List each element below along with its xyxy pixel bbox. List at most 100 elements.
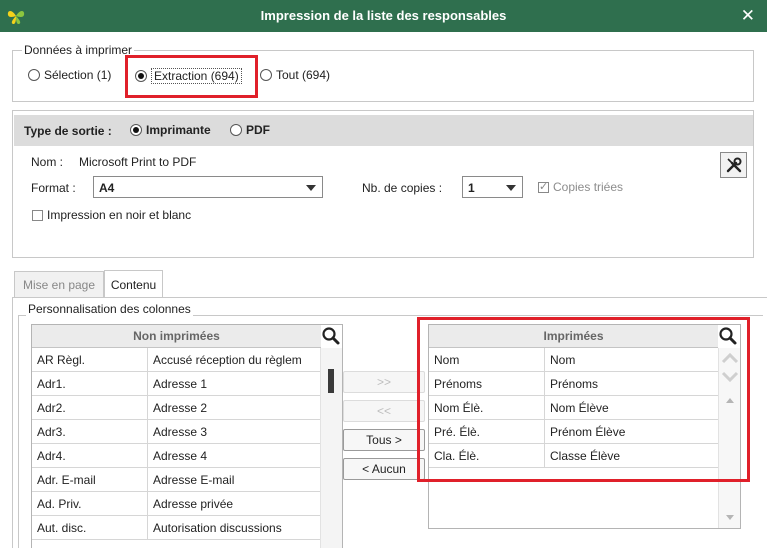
close-icon[interactable]: ✕ [741,6,755,26]
radio-all[interactable]: Tout (694) [260,68,330,82]
not-printed-row[interactable]: Adr. E-mail Adresse E-mail [32,468,321,492]
column-abbrev: Prénoms [429,372,545,395]
radio-pdf-label: PDF [246,123,270,137]
column-full-name: Autorisation discussions [153,520,282,535]
format-select[interactable]: A4 [93,176,323,198]
chevron-down-icon [306,185,316,191]
not-printed-rows: AR Règl. Accusé réception du règlem Adr1. A… [32,348,342,540]
bw-checkbox-box[interactable] [32,209,43,221]
radio-printer-label: Imprimante [146,123,211,137]
scroll-down-arrow-icon[interactable] [725,514,735,522]
data-to-print-legend: Données à imprimer [22,43,135,57]
collate-checkbox[interactable]: Copies triées [538,180,623,194]
printed-scrollbar[interactable] [718,348,740,528]
not-printed-scroll-thumb[interactable] [328,369,334,393]
not-printed-row[interactable]: Aut. disc. Autorisation discussions [32,516,321,540]
copies-value: 1 [468,181,475,195]
radio-pdf-dot[interactable] [230,124,242,136]
search-icon[interactable] [321,326,341,346]
column-abbrev: Adr1. [32,372,148,395]
remove-all-button[interactable]: < Aucun [343,458,425,480]
column-abbrev: Cla. Élè. [429,444,545,467]
column-abbrev: Adr2. [32,396,148,419]
printer-name-label: Nom : [31,155,64,169]
not-printed-row[interactable]: Adr1. Adresse 1 [32,372,321,396]
columns-legend: Personnalisation des colonnes [26,302,193,316]
radio-printer-dot[interactable] [130,124,142,136]
not-printed-header: Non imprimées [32,325,321,348]
column-abbrev: Adr3. [32,420,148,443]
not-printed-grid: Non imprimées AR Règl. Accusé réception d… [31,324,343,548]
printed-grid: Imprimées Nom Nom Prénoms Prénoms Nom Élè. No… [428,324,741,529]
not-printed-scrollbar[interactable] [320,348,342,548]
remove-selected-button[interactable]: << [343,400,425,422]
format-label: Format : [31,181,76,195]
radio-printer[interactable]: Imprimante [130,123,211,137]
printed-rows: Nom Nom Prénoms Prénoms Nom Élè. Nom Élève Pré… [429,348,740,468]
not-printed-row[interactable]: Adr2. Adresse 2 [32,396,321,420]
printed-row[interactable]: Pré. Élè. Prénom Élève [429,420,718,444]
column-abbrev: Pré. Élè. [429,420,545,443]
column-abbrev: Aut. disc. [32,516,148,539]
output-type-label: Type de sortie : [24,124,112,138]
move-up-icon[interactable] [720,351,740,365]
radio-extraction-label: Extraction (694) [151,68,242,84]
radio-selection-label: Sélection (1) [44,68,112,82]
format-value: A4 [99,181,115,195]
printer-name-value: Microsoft Print to PDF [79,155,197,169]
column-abbrev: AR Règl. [32,348,148,371]
printer-settings-button[interactable] [720,152,747,178]
radio-all-dot[interactable] [260,69,272,81]
column-abbrev: Nom Élè. [429,396,545,419]
bw-checkbox[interactable]: Impression en noir et blanc [32,208,191,222]
printed-row[interactable]: Prénoms Prénoms [429,372,718,396]
column-full-name: Adresse privée [153,496,234,511]
column-full-name: Adresse 2 [153,400,208,415]
printed-header: Imprimées [429,325,718,348]
collate-checkbox-box[interactable] [538,180,549,193]
radio-pdf[interactable]: PDF [230,123,270,137]
output-type-header: Type de sortie : Imprimante PDF [14,115,753,146]
column-full-name: Classe Élève [550,448,621,463]
column-full-name: Prénom Élève [550,424,626,439]
not-printed-row[interactable]: Adr3. Adresse 3 [32,420,321,444]
chevron-down-icon [506,185,516,191]
window-title: Impression de la liste des responsables [260,8,507,23]
printed-row[interactable]: Nom Élè. Nom Élève [429,396,718,420]
not-printed-row[interactable]: Adr4. Adresse 4 [32,444,321,468]
not-printed-row[interactable]: AR Règl. Accusé réception du règlem [32,348,321,372]
tab-page-layout[interactable]: Mise en page [14,271,104,298]
not-printed-row[interactable]: Ad. Priv. Adresse privée [32,492,321,516]
move-down-icon[interactable] [720,370,740,384]
radio-selection-dot[interactable] [28,69,40,81]
column-abbrev: Nom [429,348,545,371]
bw-label: Impression en noir et blanc [47,208,192,222]
radio-extraction-dot[interactable] [135,70,147,82]
scroll-up-arrow-icon[interactable] [725,396,735,404]
column-full-name: Prénoms [550,376,599,391]
column-full-name: Accusé réception du règlem [153,352,302,367]
radio-extraction[interactable]: Extraction (694) [135,68,242,84]
copies-label: Nb. de copies : [362,181,443,195]
column-full-name: Nom Élève [550,400,609,415]
printed-row[interactable]: Nom Nom [429,348,718,372]
search-icon[interactable] [718,326,738,346]
copies-select[interactable]: 1 [462,176,523,198]
add-all-button[interactable]: Tous > [343,429,425,451]
data-to-print-group [12,50,754,102]
tab-content[interactable]: Contenu [104,270,163,298]
column-full-name: Adresse 4 [153,448,208,463]
column-abbrev: Adr4. [32,444,148,467]
radio-all-label: Tout (694) [276,68,331,82]
collate-label: Copies triées [553,180,624,194]
column-full-name: Adresse 3 [153,424,208,439]
printed-row[interactable]: Cla. Élè. Classe Élève [429,444,718,468]
radio-selection[interactable]: Sélection (1) [28,68,111,82]
column-abbrev: Adr. E-mail [32,468,148,491]
add-selected-button[interactable]: >> [343,371,425,393]
column-full-name: Adresse E-mail [153,472,235,487]
tools-icon [726,157,741,173]
column-abbrev: Ad. Priv. [32,492,148,515]
column-full-name: Adresse 1 [153,376,208,391]
title-bar: Impression de la liste des responsables … [0,0,767,32]
